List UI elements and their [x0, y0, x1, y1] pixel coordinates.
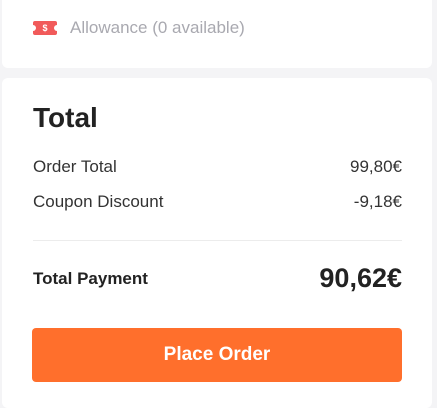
coupon-discount-label: Coupon Discount — [33, 192, 164, 211]
total-payment-row: Total Payment 90,62€ — [33, 263, 402, 294]
total-payment-label: Total Payment — [33, 268, 148, 288]
coupon-discount-row: Coupon Discount -9,18€ — [33, 192, 402, 212]
order-total-value: 99,80€ — [350, 157, 402, 176]
total-payment-value: 90,62€ — [319, 263, 402, 293]
coupon-discount-value: -9,18€ — [353, 192, 402, 211]
place-order-button[interactable]: Place Order — [32, 328, 402, 382]
allowance-card: $ Allowance (0 available) — [2, 0, 432, 68]
order-total-row: Order Total 99,80€ — [33, 157, 402, 177]
summary-divider — [33, 240, 402, 241]
summary-title: Total — [33, 102, 98, 133]
order-total-label: Order Total — [33, 157, 117, 176]
order-summary-card: Total Order Total 99,80€ Coupon Discount… — [2, 78, 432, 408]
coupon-icon-glyph: $ — [42, 22, 48, 33]
allowance-row[interactable]: $ Allowance (0 available) — [30, 16, 245, 40]
allowance-label: Allowance (0 available) — [70, 18, 245, 37]
coupon-icon: $ — [30, 21, 60, 35]
